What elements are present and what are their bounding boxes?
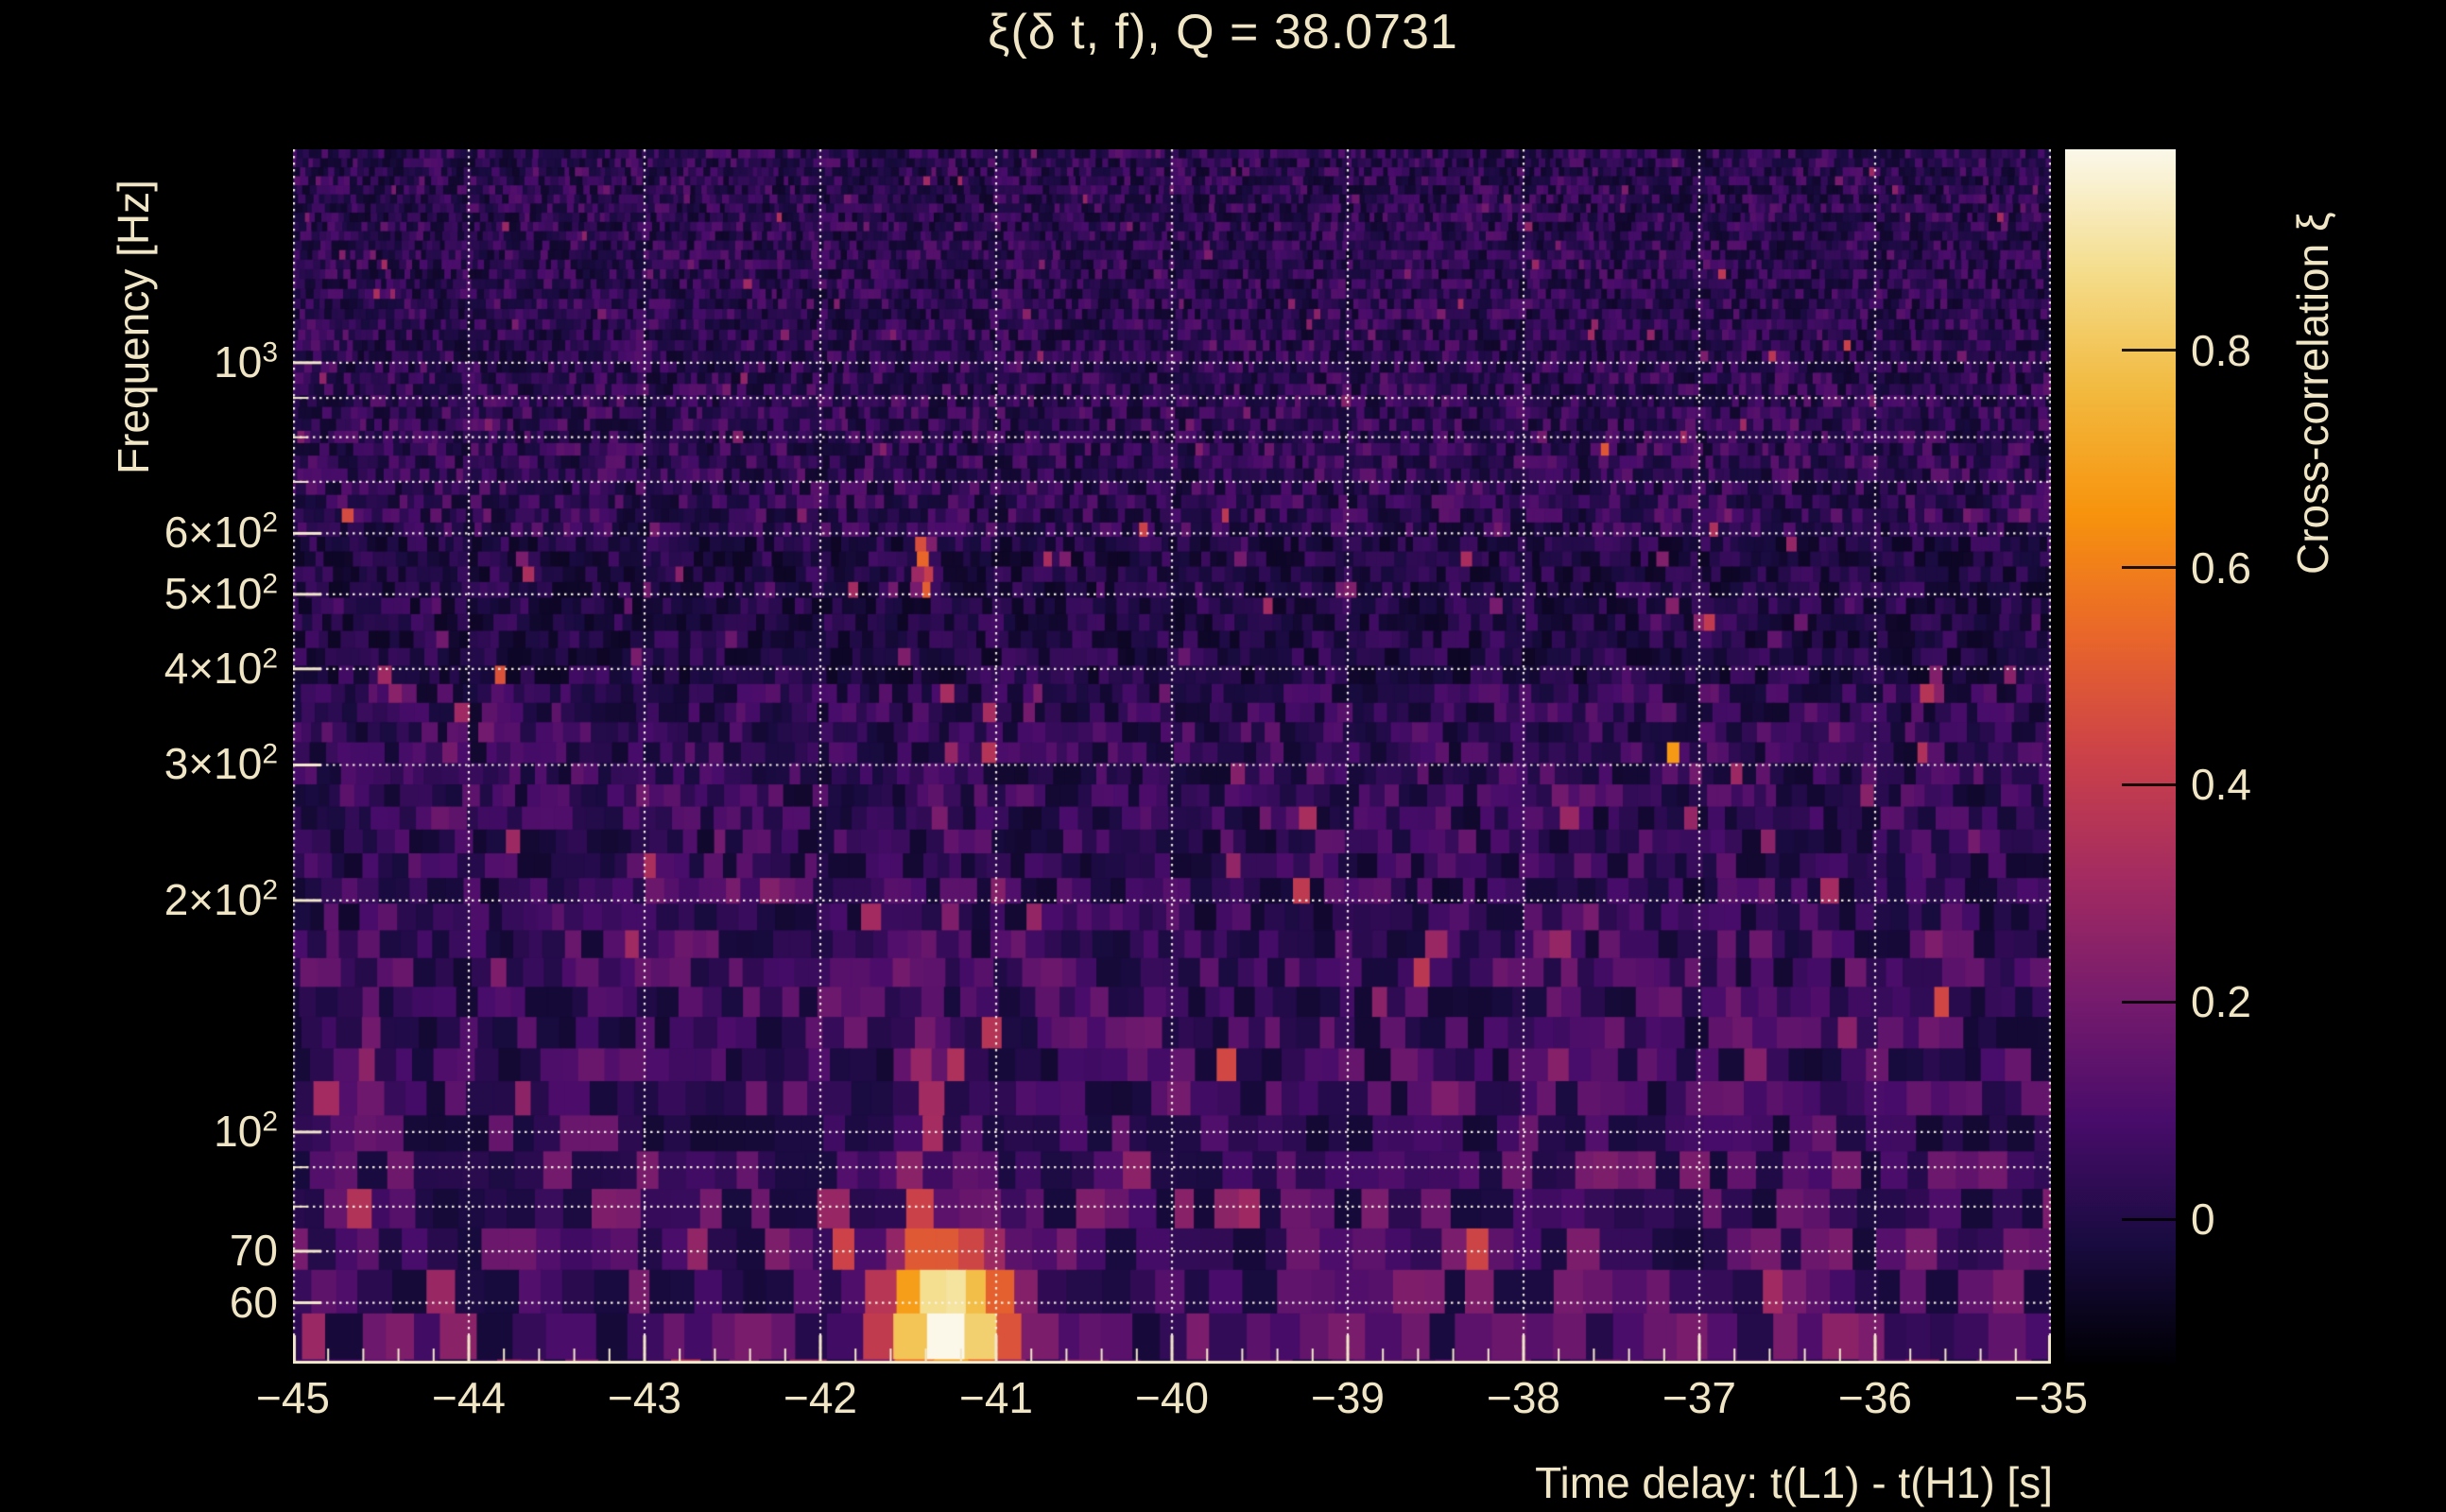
y-tick-label: 103 — [214, 336, 278, 387]
x-tick-label: −44 — [431, 1373, 507, 1422]
y-tick-label: 102 — [214, 1106, 278, 1156]
colorbar-tick-label: 0.2 — [2191, 977, 2251, 1027]
spectrogram-heatmap — [293, 149, 2051, 1364]
y-tick-label: 60 — [229, 1277, 278, 1327]
colorbar-tick-label: 0.4 — [2191, 760, 2251, 810]
x-tick-label: −35 — [2013, 1373, 2089, 1422]
x-tick-label: −45 — [255, 1373, 331, 1422]
cross-correlation-spectrogram-figure: ξ(δ t, f), Q = 38.0731 Frequency [Hz] 10… — [0, 0, 2446, 1512]
colorbar-gradient — [2065, 149, 2176, 1364]
plot-title: ξ(δ t, f), Q = 38.0731 — [988, 5, 1458, 60]
x-tick-label: −40 — [1134, 1373, 1210, 1422]
colorbar-tick-label: 0 — [2191, 1194, 2215, 1245]
colorbar-tick-label: 0.8 — [2191, 325, 2251, 375]
colorbar-tick-mark — [2122, 782, 2176, 786]
x-tick-label: −38 — [1486, 1373, 1561, 1422]
y-tick-label: 2×102 — [164, 874, 278, 924]
x-tick-label: −37 — [1662, 1373, 1737, 1422]
colorbar-tick-mark — [2122, 1000, 2176, 1004]
colorbar-tick-mark — [2122, 349, 2176, 352]
colorbar-tick-label: 0.6 — [2191, 542, 2251, 593]
x-tick-label: −39 — [1310, 1373, 1386, 1422]
y-tick-label: 70 — [229, 1226, 278, 1276]
x-tick-label: −36 — [1837, 1373, 1913, 1422]
colorbar-axis-label: Cross-correlation ξ — [2288, 212, 2337, 575]
y-tick-label: 4×102 — [164, 643, 278, 693]
y-axis-label: Frequency [Hz] — [109, 180, 158, 474]
x-axis-label: Time delay: t(L1) - t(H1) [s] — [1535, 1458, 2053, 1507]
x-tick-label: −42 — [783, 1373, 858, 1422]
y-tick-label: 3×102 — [164, 739, 278, 789]
x-tick-label: −43 — [607, 1373, 682, 1422]
y-tick-label: 5×102 — [164, 568, 278, 618]
colorbar-tick-mark — [2122, 566, 2176, 569]
colorbar-tick-mark — [2122, 1217, 2176, 1221]
x-tick-label: −41 — [958, 1373, 1034, 1422]
y-tick-label: 6×102 — [164, 507, 278, 558]
